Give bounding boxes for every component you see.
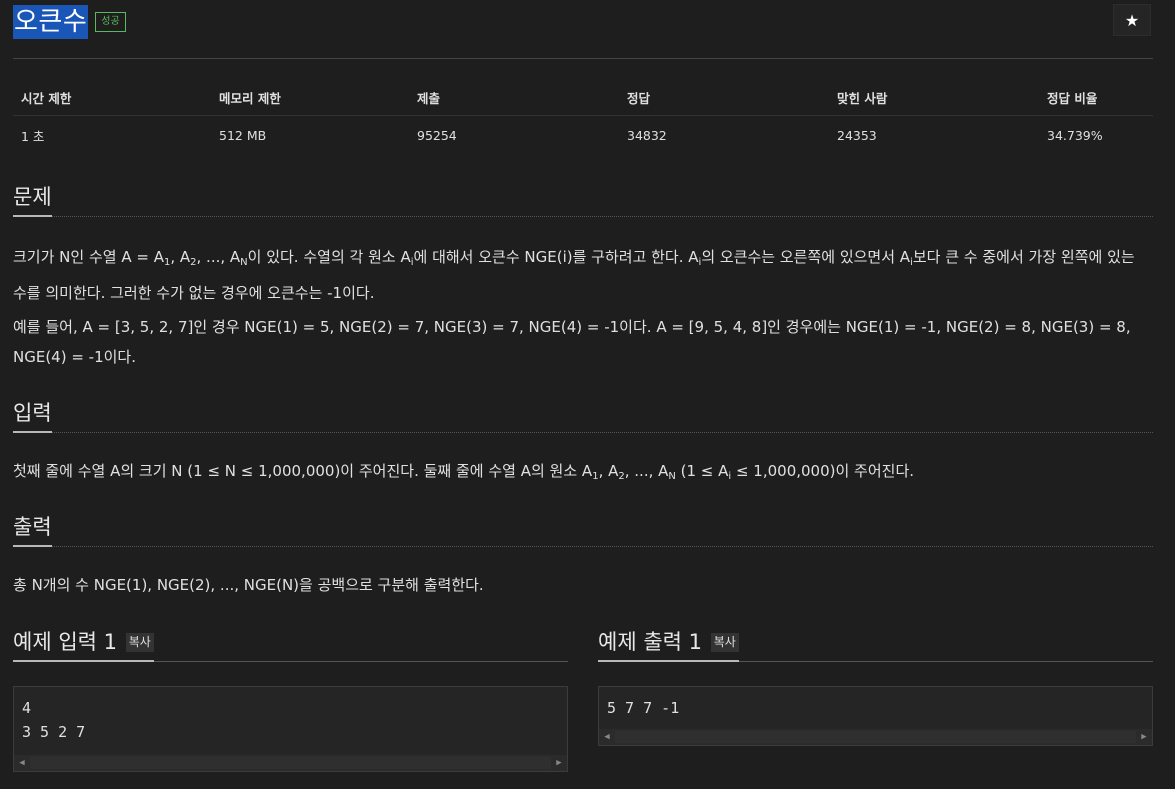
sample-input-box[interactable]: 4 3 5 2 7 ◀ ▶ (13, 686, 568, 772)
description-paragraph-2: 예를 들어, A = [3, 5, 2, 7]인 경우 NGE(1) = 5, … (13, 318, 1131, 366)
input-description: 첫째 줄에 수열 A의 크기 N (1 ≤ N ≤ 1,000,000)이 주어… (13, 462, 915, 482)
sample-output-scrollbar[interactable]: ◀ ▶ (599, 729, 1152, 745)
stats-memory-limit: 512 MB (219, 128, 267, 143)
stats-header-time-limit: 시간 제한 (13, 84, 211, 116)
output-heading: 출력 (13, 513, 52, 547)
stats-header-solvers: 맞힌 사람 (829, 84, 1039, 116)
problem-title: 오큰수 (13, 5, 89, 39)
scroll-left-icon[interactable]: ◀ (599, 729, 615, 745)
sample-input-header: 예제 입력 1 복사 (13, 625, 568, 662)
sample-input-line: 3 5 2 7 (22, 723, 86, 741)
sample-output-heading: 예제 출력 1 복사 (598, 628, 739, 662)
sample-output-header: 예제 출력 1 복사 (598, 625, 1153, 662)
stats-header-row: 시간 제한 메모리 제한 제출 정답 맞힌 사람 정답 비율 (13, 84, 1153, 116)
input-section-header: 입력 (13, 396, 1153, 433)
star-icon: ★ (1124, 10, 1140, 30)
sample-output-box[interactable]: 5 7 7 -1 ◀ ▶ (598, 686, 1153, 746)
stats-accepted: 34832 (627, 128, 667, 143)
scroll-right-icon[interactable]: ▶ (1136, 729, 1152, 745)
scrollbar-track[interactable] (615, 731, 1136, 743)
stats-time-limit: 1 초 (21, 129, 45, 144)
description-heading: 문제 (13, 183, 52, 217)
scroll-left-icon[interactable]: ◀ (14, 755, 30, 771)
status-badge: 성공 (95, 12, 126, 32)
sample-output-line: 5 7 7 -1 (607, 699, 680, 717)
stats-ratio: 34.739% (1047, 128, 1103, 143)
stats-header-submissions: 제출 (409, 84, 619, 116)
stats-submissions: 95254 (417, 128, 457, 143)
scrollbar-track[interactable] (30, 757, 551, 769)
output-section-header: 출력 (13, 510, 1153, 547)
problem-stats-table: 시간 제한 메모리 제한 제출 정답 맞힌 사람 정답 비율 1 초 512 M… (13, 84, 1153, 153)
copy-sample-output-button[interactable]: 복사 (710, 633, 739, 652)
stats-value-row: 1 초 512 MB 95254 34832 24353 34.739% (13, 116, 1153, 154)
input-heading: 입력 (13, 399, 52, 433)
stats-header-memory-limit: 메모리 제한 (211, 84, 409, 116)
sample-input-scrollbar[interactable]: ◀ ▶ (14, 755, 567, 771)
stats-solvers: 24353 (837, 128, 877, 143)
description-section-header: 문제 (13, 180, 1153, 217)
title-divider (13, 58, 1153, 59)
description-paragraph-1: 크기가 N인 수열 A = A1, A2, ..., AN이 있다. 수열의 각… (13, 248, 1135, 302)
scroll-right-icon[interactable]: ▶ (551, 755, 567, 771)
copy-sample-input-button[interactable]: 복사 (125, 633, 154, 652)
output-description: 총 N개의 수 NGE(1), NGE(2), ..., NGE(N)을 공백으… (13, 576, 484, 594)
sample-input-line: 4 (22, 699, 32, 717)
stats-header-accepted: 정답 (619, 84, 829, 116)
stats-header-ratio: 정답 비율 (1039, 84, 1153, 116)
favorite-star-button[interactable]: ★ (1113, 4, 1151, 36)
sample-input-heading: 예제 입력 1 복사 (13, 628, 154, 662)
title-row: 오큰수 성공 (13, 4, 126, 40)
